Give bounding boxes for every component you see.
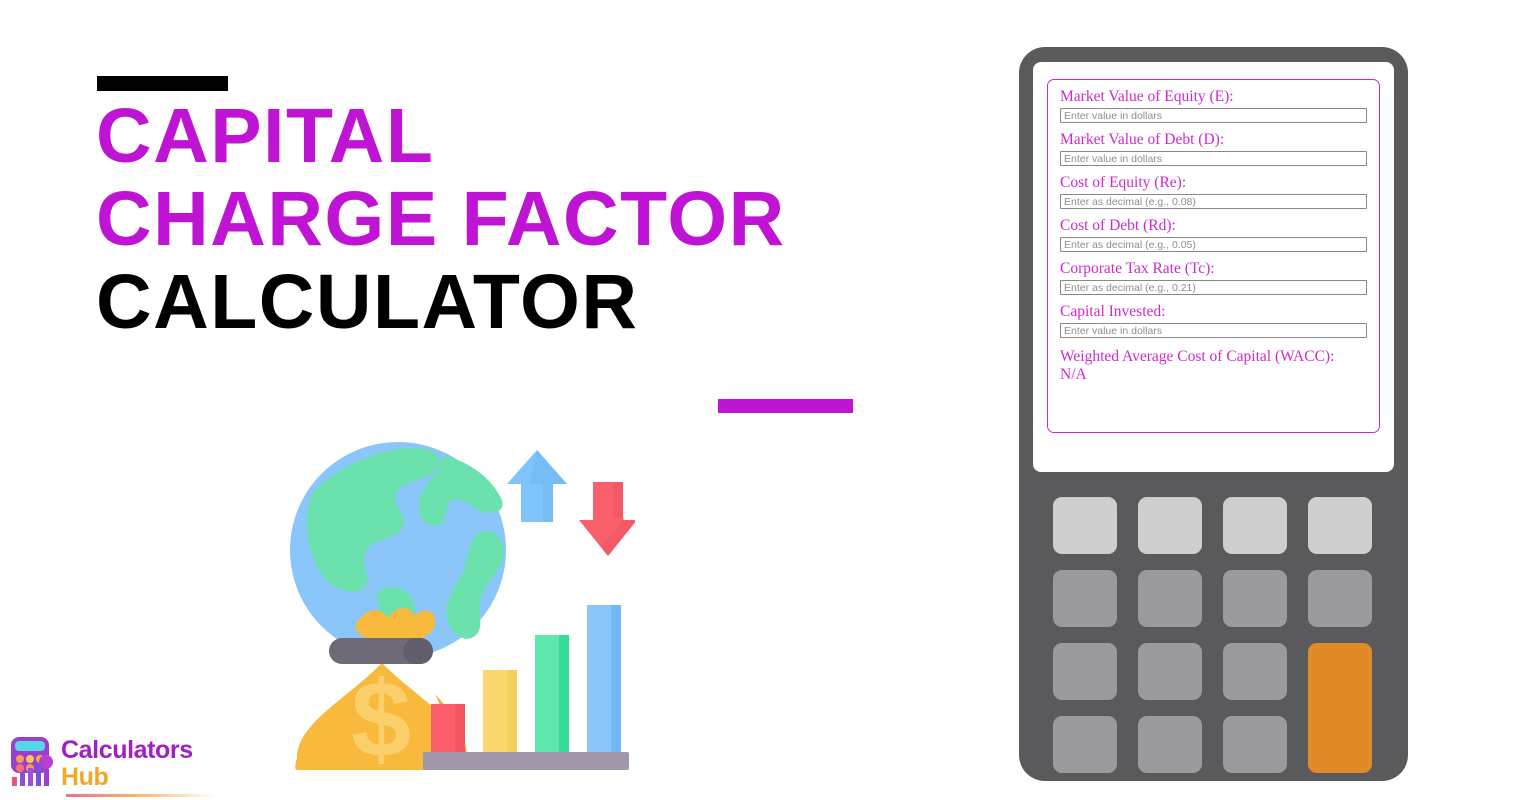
field-market-value-debt: Market Value of Debt (D): xyxy=(1060,131,1367,166)
input-market-value-debt[interactable] xyxy=(1060,151,1367,166)
page-title: Capital Charge Factor Calculator xyxy=(96,95,956,344)
logo-line-2: Hub xyxy=(61,763,109,791)
hero-section: Capital Charge Factor Calculator xyxy=(0,0,980,800)
calculator-logo-icon xyxy=(6,735,56,787)
title-line-3: Calculator xyxy=(96,259,639,345)
label-market-value-equity: Market Value of Equity (E): xyxy=(1060,88,1234,105)
key-9[interactable] xyxy=(1053,643,1117,700)
label-cost-of-debt: Cost of Debt (Rd): xyxy=(1060,217,1176,234)
logo-line-1: Calculators xyxy=(61,736,193,764)
title-line-2: Charge Factor xyxy=(96,176,786,262)
calculators-hub-logo[interactable]: Calculators Hub xyxy=(6,735,216,797)
key-8[interactable] xyxy=(1308,570,1372,627)
label-market-value-debt: Market Value of Debt (D): xyxy=(1060,131,1225,148)
key-10[interactable] xyxy=(1138,643,1202,700)
key-7[interactable] xyxy=(1223,570,1287,627)
label-corporate-tax-rate: Corporate Tax Rate (Tc): xyxy=(1060,260,1215,277)
label-capital-invested: Capital Invested: xyxy=(1060,303,1166,320)
arrow-up-icon xyxy=(507,450,567,522)
value-wacc: N/A xyxy=(1060,366,1087,383)
key-14[interactable] xyxy=(1223,716,1287,773)
input-capital-invested[interactable] xyxy=(1060,323,1367,338)
wacc-result: Weighted Average Cost of Capital (WACC):… xyxy=(1060,348,1367,384)
key-equals[interactable] xyxy=(1308,643,1372,773)
label-cost-of-equity: Cost of Equity (Re): xyxy=(1060,174,1187,191)
label-wacc: Weighted Average Cost of Capital (WACC): xyxy=(1060,348,1335,365)
key-12[interactable] xyxy=(1053,716,1117,773)
key-3[interactable] xyxy=(1223,497,1287,554)
calculator-screen: Market Value of Equity (E): Market Value… xyxy=(1033,62,1394,472)
field-corporate-tax-rate: Corporate Tax Rate (Tc): xyxy=(1060,260,1367,295)
key-13[interactable] xyxy=(1138,716,1202,773)
key-5[interactable] xyxy=(1053,570,1117,627)
logo-wordmark: Calculators Hub xyxy=(61,735,193,791)
accent-bar-top xyxy=(97,76,228,91)
field-capital-invested: Capital Invested: xyxy=(1060,303,1367,338)
accent-bar-bottom xyxy=(718,399,853,413)
field-market-value-equity: Market Value of Equity (E): xyxy=(1060,88,1367,123)
key-2[interactable] xyxy=(1138,497,1202,554)
input-market-value-equity[interactable] xyxy=(1060,108,1367,123)
key-11[interactable] xyxy=(1223,643,1287,700)
wacc-form: Market Value of Equity (E): Market Value… xyxy=(1047,79,1380,433)
logo-underline xyxy=(66,794,216,797)
field-cost-of-debt: Cost of Debt (Rd): xyxy=(1060,217,1367,252)
key-4[interactable] xyxy=(1308,497,1372,554)
input-corporate-tax-rate[interactable] xyxy=(1060,280,1367,295)
input-cost-of-equity[interactable] xyxy=(1060,194,1367,209)
svg-text:$: $ xyxy=(351,658,411,770)
key-1[interactable] xyxy=(1053,497,1117,554)
calculator-device: Market Value of Equity (E): Market Value… xyxy=(1019,47,1408,781)
key-6[interactable] xyxy=(1138,570,1202,627)
arrow-down-icon xyxy=(579,482,635,556)
input-cost-of-debt[interactable] xyxy=(1060,237,1367,252)
globe-money-growth-illustration: $ xyxy=(285,440,635,770)
page-root: Capital Charge Factor Calculator xyxy=(0,0,1520,800)
calculator-keypad xyxy=(1053,497,1373,797)
title-line-1: Capital xyxy=(96,93,435,179)
field-cost-of-equity: Cost of Equity (Re): xyxy=(1060,174,1367,209)
